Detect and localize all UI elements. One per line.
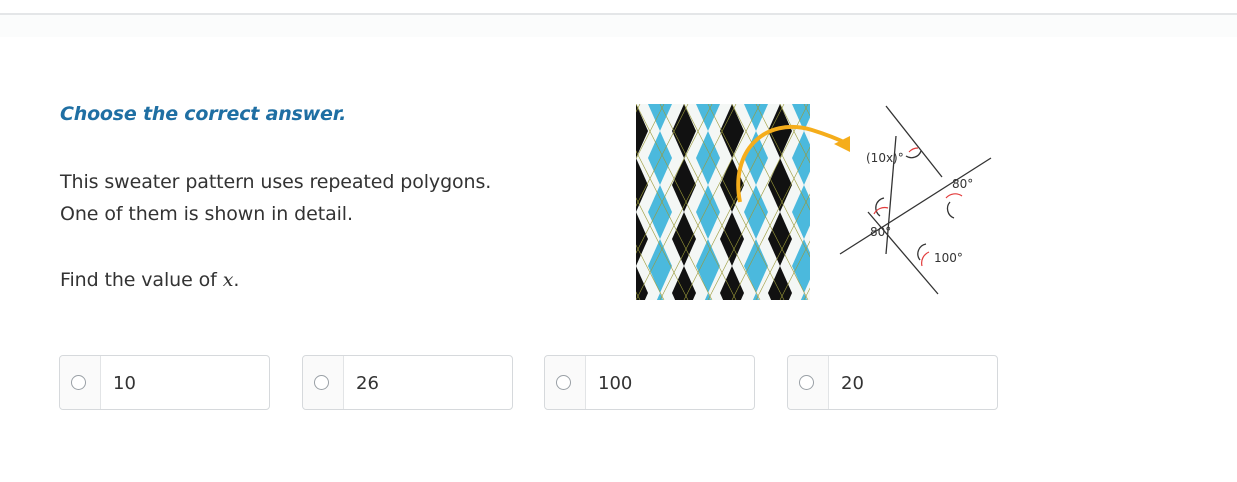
answer-choice-1[interactable]: 10 [59, 355, 270, 410]
choice-label-3: 100 [598, 373, 633, 394]
radio-cell [788, 356, 829, 409]
instruction-text: Choose the correct answer. [60, 103, 347, 125]
radio-cell [303, 356, 344, 409]
argyle-thread [948, 104, 996, 300]
question-prefix: Find the value of [60, 269, 223, 291]
polygon-detail [839, 105, 992, 295]
mark-top [908, 147, 919, 153]
answer-choice-4[interactable]: 20 [787, 355, 998, 410]
angle-arc-left [875, 197, 885, 217]
argyle-thread [972, 104, 996, 300]
sweater-figure: (10x)° 80° 80° 100° [636, 104, 996, 300]
radio-button-4[interactable] [799, 375, 814, 390]
red-angle-marks [873, 147, 963, 267]
angle-label-top: (10x)° [866, 151, 904, 165]
argyle-thread [900, 104, 996, 300]
argyle-thread [972, 104, 996, 300]
argyle-thread [852, 104, 952, 300]
question-line-1: This sweater pattern uses repeated polyg… [60, 171, 492, 193]
argyle-pattern [636, 104, 996, 300]
radio-button-2[interactable] [314, 375, 329, 390]
angle-label-right: 80° [952, 177, 973, 191]
angle-arc-right [946, 201, 955, 219]
angle-arc-top [905, 150, 922, 159]
argyle-thread [948, 104, 996, 300]
question-variable: x [222, 269, 234, 291]
radio-button-3[interactable] [556, 375, 571, 390]
edge-upper-right [885, 105, 943, 178]
argyle-thread [924, 104, 996, 300]
top-band [0, 15, 1237, 37]
figure-svg: (10x)° 80° 80° 100° [636, 104, 996, 300]
argyle-thread [852, 104, 952, 300]
answer-choice-3[interactable]: 100 [544, 355, 755, 410]
angle-label-bottom: 100° [934, 251, 963, 265]
angle-arc-bottom [917, 243, 927, 261]
mark-right [945, 193, 963, 199]
mark-bottom [921, 251, 930, 267]
question-suffix: . [233, 269, 240, 291]
angle-label-left: 80° [870, 225, 891, 239]
question-line-2: One of them is shown in detail. [60, 203, 353, 225]
choice-label-4: 20 [841, 373, 864, 394]
radio-cell [60, 356, 101, 409]
radio-button-1[interactable] [71, 375, 86, 390]
argyle-thread [900, 104, 996, 300]
argyle-thread [924, 104, 996, 300]
choice-label-1: 10 [113, 373, 136, 394]
radio-cell [545, 356, 586, 409]
question-line-3: Find the value of x. [60, 269, 239, 291]
edge-right [839, 157, 992, 255]
choice-label-2: 26 [356, 373, 379, 394]
answer-choice-2[interactable]: 26 [302, 355, 513, 410]
